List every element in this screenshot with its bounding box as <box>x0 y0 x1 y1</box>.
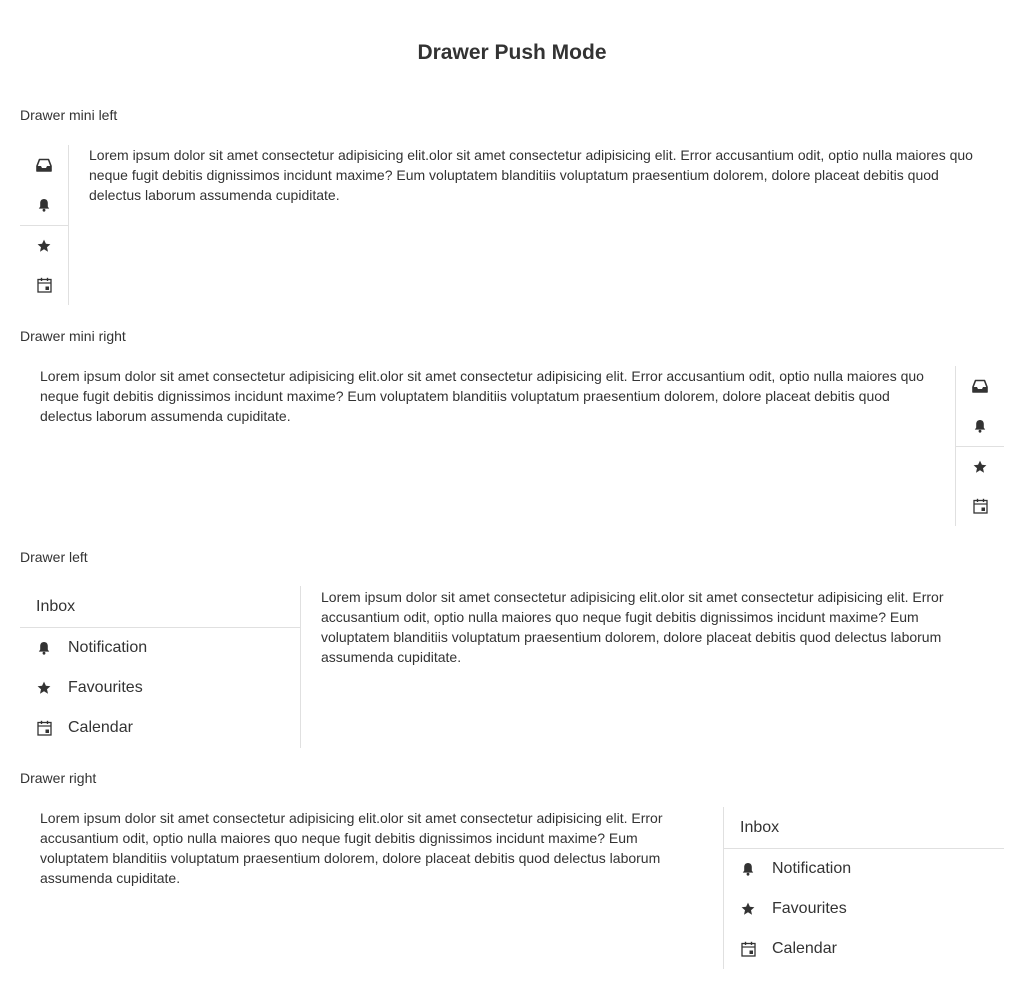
bell-icon <box>37 198 51 212</box>
drawer-item-label: Calendar <box>772 940 837 957</box>
drawer-item-favourites[interactable]: Favourites <box>20 668 300 708</box>
calendar-icon <box>36 720 52 736</box>
mini-drawer-left <box>20 145 69 305</box>
calendar-icon <box>740 941 756 957</box>
calendar-icon <box>36 277 52 293</box>
drawer-item-notification[interactable]: Notification <box>724 849 1004 889</box>
drawer-item-label: Favourites <box>68 679 143 696</box>
inbox-icon <box>36 157 52 173</box>
bell-icon <box>740 861 756 877</box>
drawer-header-inbox[interactable]: Inbox <box>724 807 1004 849</box>
section-title-mini-left: Drawer mini left <box>20 107 118 123</box>
mini-drawer-right <box>955 366 1004 526</box>
star-icon <box>740 901 756 917</box>
mini-item-notification[interactable] <box>20 185 68 225</box>
bell-icon <box>973 419 987 433</box>
drawer-mini-right-demo: Lorem ipsum dolor sit amet consectetur a… <box>20 366 1004 526</box>
mini-item-notification[interactable] <box>956 406 1004 446</box>
drawer-item-label: Favourites <box>772 900 847 917</box>
page: Drawer Push Mode Drawer mini left Lorem … <box>0 0 1024 988</box>
drawer-left-demo: Inbox Notification Favourites Calendar L… <box>20 586 1004 748</box>
bell-icon <box>36 640 52 656</box>
mini-item-favourites[interactable] <box>20 226 68 266</box>
content-paragraph: Lorem ipsum dolor sit amet consectetur a… <box>40 810 663 886</box>
drawer-item-label: Notification <box>772 860 852 877</box>
drawer-right-demo: Lorem ipsum dolor sit amet consectetur a… <box>20 807 1004 969</box>
mini-item-inbox[interactable] <box>956 366 1004 406</box>
drawer-item-calendar[interactable]: Calendar <box>20 708 300 748</box>
drawer-item-label: Notification <box>68 639 148 656</box>
content-paragraph: Lorem ipsum dolor sit amet consectetur a… <box>40 368 924 424</box>
content-paragraph: Lorem ipsum dolor sit amet consectetur a… <box>89 147 973 203</box>
drawer-header-inbox[interactable]: Inbox <box>20 586 300 628</box>
drawer-item-notification[interactable]: Notification <box>20 628 300 668</box>
content-paragraph: Lorem ipsum dolor sit amet consectetur a… <box>321 589 944 665</box>
drawer-item-label: Calendar <box>68 719 133 736</box>
star-icon <box>973 460 987 474</box>
star-icon <box>37 239 51 253</box>
mini-item-favourites[interactable] <box>956 447 1004 487</box>
star-icon <box>36 680 52 696</box>
section-title-left: Drawer left <box>20 549 88 565</box>
mini-item-calendar[interactable] <box>20 265 68 305</box>
drawer-item-calendar[interactable]: Calendar <box>724 929 1004 969</box>
section-title-right: Drawer right <box>20 770 97 786</box>
mini-item-calendar[interactable] <box>956 486 1004 526</box>
drawer-right: Inbox Notification Favourites Calendar <box>723 807 1004 969</box>
calendar-icon <box>972 498 988 514</box>
inbox-icon <box>972 378 988 394</box>
drawer-item-favourites[interactable]: Favourites <box>724 889 1004 929</box>
drawer-mini-left-demo: Lorem ipsum dolor sit amet consectetur a… <box>20 145 1004 305</box>
drawer-left: Inbox Notification Favourites Calendar <box>20 586 301 748</box>
page-title: Drawer Push Mode <box>417 41 607 64</box>
section-title-mini-right: Drawer mini right <box>20 328 126 344</box>
mini-item-inbox[interactable] <box>20 145 68 185</box>
